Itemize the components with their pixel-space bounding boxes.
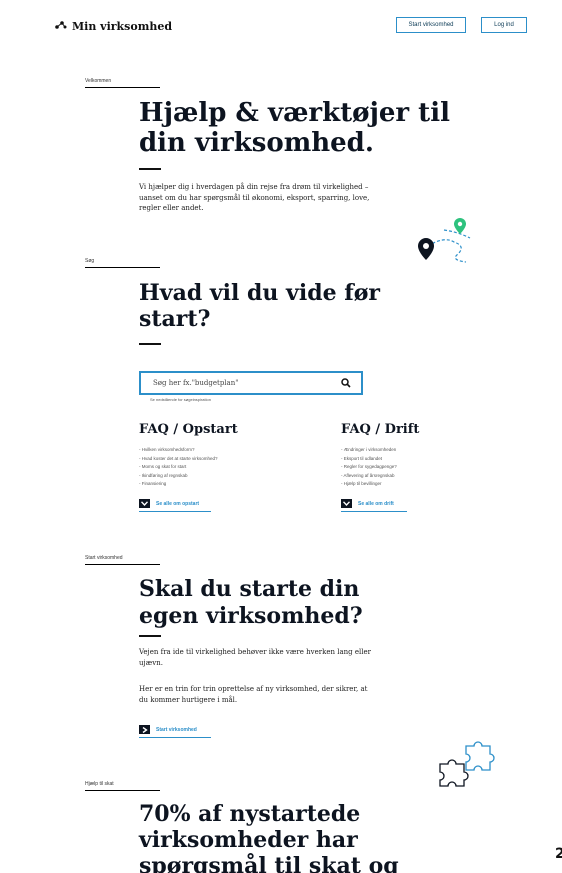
search-title-line: start? xyxy=(139,306,211,332)
eyebrow-welcome: Velkommen xyxy=(85,78,161,88)
hero-text: Vi hjælper dig i hverdagen på din rejse … xyxy=(139,182,369,214)
faq-drift-see-all-link[interactable]: Se alle om drift xyxy=(341,499,407,512)
login-button[interactable]: Log ind xyxy=(481,17,527,33)
logo[interactable]: Min virksomhed xyxy=(55,20,172,33)
search-placeholder: Søg her fx."budgetplan" xyxy=(153,379,239,387)
faq-start-see-all-link[interactable]: Se alle om opstart xyxy=(139,499,212,512)
start-text-line: Vejen fra ide til virkelighed behøver ik… xyxy=(139,648,371,656)
faq-drift-link-label: Se alle om drift xyxy=(358,500,394,507)
faq-drift-item[interactable]: - Regler for sygedagpenge? xyxy=(341,463,397,472)
chevron-down-icon xyxy=(341,499,352,508)
start-business-link[interactable]: Start virksomhed xyxy=(139,725,211,738)
faq-drift-item[interactable]: - Eksport til udlandet xyxy=(341,455,397,464)
start-title-line: egen virksomhed? xyxy=(139,603,363,629)
start-link-label: Start virksomhed xyxy=(156,726,197,733)
site-header: Min virksomhed Start virksomhed Log ind xyxy=(0,0,562,50)
hero-title-line: Hjælp & værktøjer til xyxy=(139,98,450,128)
tax-title-line: virksomheder har xyxy=(139,827,358,853)
start-text-2: Her er en trin for trin oprettelse af ny… xyxy=(139,684,367,705)
start-text-1: Vejen fra ide til virkelighed behøver ik… xyxy=(139,647,371,668)
hero-text-line: Vi hjælper dig i hverdagen på din rejse … xyxy=(139,183,369,191)
faq-drift-list: - Ændringer i virksomheden - Eksport til… xyxy=(341,446,397,489)
logo-text: Min virksomhed xyxy=(72,20,173,33)
search-title-line: Hvad vil du vide før xyxy=(139,280,380,306)
faq-start-link-label: Se alle om opstart xyxy=(156,500,200,507)
faq-start-title: FAQ / Opstart xyxy=(139,422,238,437)
tax-title: 70% af nystartede virksomheder har spørg… xyxy=(139,801,399,873)
divider xyxy=(139,343,161,345)
faq-drift-item[interactable]: - Hjælp til bevillinger xyxy=(341,480,397,489)
tax-title-line: 70% af nystartede xyxy=(139,801,361,827)
eyebrow-start: Start virksomhed xyxy=(85,555,160,565)
faq-drift-title: FAQ / Drift xyxy=(341,422,420,437)
faq-drift-item[interactable]: - Ændringer i virksomheden xyxy=(341,446,397,455)
network-icon xyxy=(55,20,67,33)
faq-start-list: - Hvilken virksomhedsform? - Hvad koster… xyxy=(139,446,218,489)
eyebrow-search: Søg xyxy=(85,258,162,268)
chevron-down-icon xyxy=(139,499,150,508)
puzzle-icon xyxy=(436,738,498,792)
start-text-line: Her er en trin for trin oprettelse af ny… xyxy=(139,685,368,693)
hero-title-line: din virksomhed. xyxy=(139,128,374,158)
eyebrow-tax: Hjælp til skat xyxy=(85,781,160,791)
hero-text-line: uanset om du har spørgsmål til økonomi, … xyxy=(139,193,370,202)
start-title: Skal du starte din egen virksomhed? xyxy=(139,576,363,630)
search-icon[interactable] xyxy=(341,378,351,390)
divider xyxy=(139,168,161,170)
map-pin-icon xyxy=(414,216,476,268)
search-hint: Se nedstående for søgeinspiration xyxy=(150,397,211,402)
search-input[interactable]: Søg her fx."budgetplan" xyxy=(139,371,363,395)
arrow-right-icon xyxy=(139,725,150,734)
start-business-button[interactable]: Start virksomhed xyxy=(396,17,466,33)
edge-text: 2 xyxy=(555,846,562,862)
hero-title: Hjælp & værktøjer til din virksomhed. xyxy=(139,98,450,158)
faq-drift-item[interactable]: - Aflevering af årsregnskab xyxy=(341,472,397,481)
start-text-line: du kommer hurtigere i mål. xyxy=(139,695,238,704)
start-title-line: Skal du starte din xyxy=(139,576,360,602)
faq-start-item[interactable]: - Moms og skat for start xyxy=(139,463,218,472)
faq-start-item[interactable]: - Hvilken virksomhedsform? xyxy=(139,446,218,455)
hero-text-line: regler eller andet. xyxy=(139,204,204,212)
faq-start-item[interactable]: - Ikindføring af regnskab xyxy=(139,472,218,481)
tax-title-line: spørgsmål til skat og xyxy=(139,853,399,873)
start-text-line: ujævn. xyxy=(139,658,163,667)
faq-start-item[interactable]: - Finansiering xyxy=(139,480,218,489)
divider xyxy=(139,635,161,637)
search-title: Hvad vil du vide før start? xyxy=(139,280,380,332)
faq-start-item[interactable]: - Hvad koster det at starte virksomhed? xyxy=(139,455,218,464)
